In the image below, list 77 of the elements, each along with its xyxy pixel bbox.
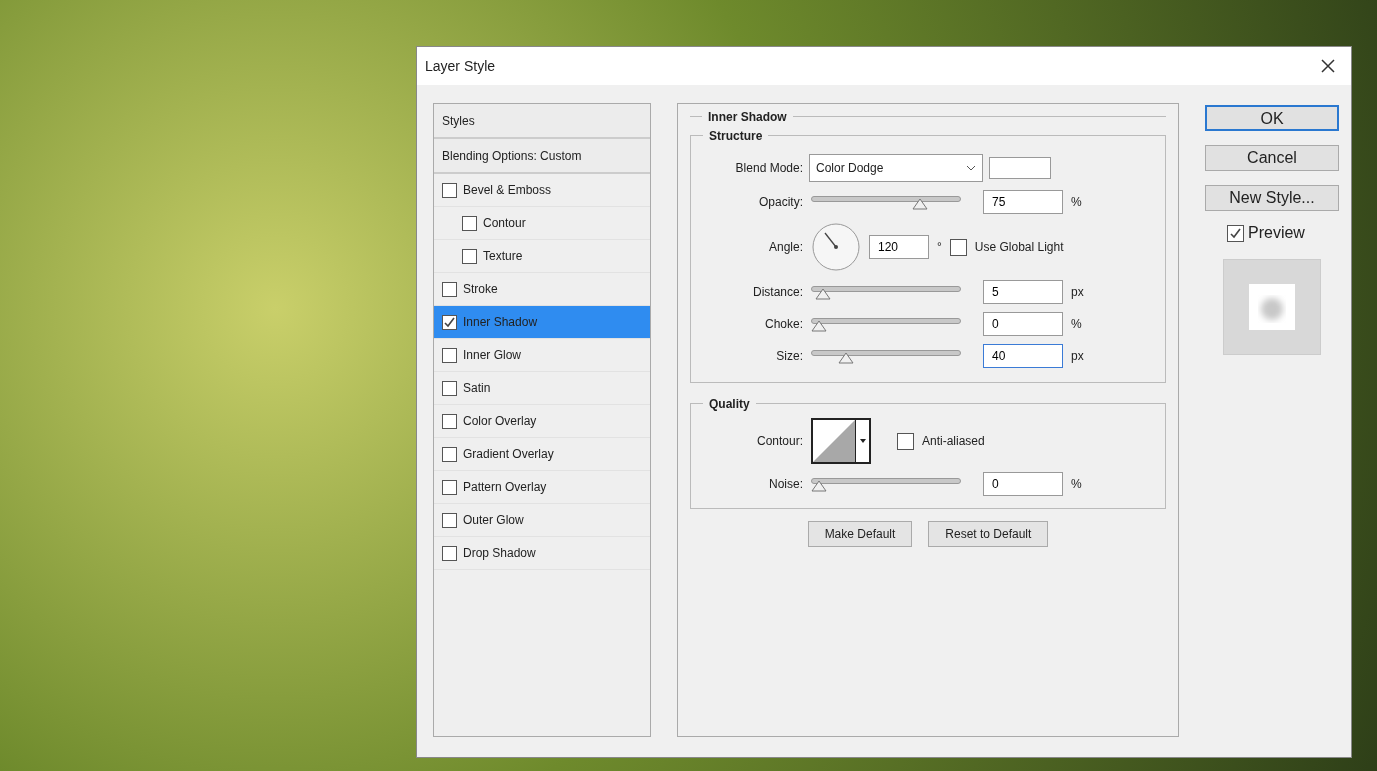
degree-label: ° <box>937 239 942 256</box>
field-label: Choke: <box>763 316 803 333</box>
checkbox[interactable] <box>897 432 914 450</box>
checkbox[interactable] <box>462 215 477 231</box>
checkbox[interactable] <box>442 347 457 363</box>
dialog-button[interactable]: New Style... <box>1205 185 1339 211</box>
effect-label: Inner Glow <box>463 347 522 364</box>
effect-label: Drop Shadow <box>463 545 536 562</box>
checkbox[interactable] <box>442 314 457 330</box>
field-label: Noise: <box>768 476 803 493</box>
slider-track[interactable] <box>811 316 961 332</box>
effect-label: Satin <box>463 380 491 397</box>
checkbox-label: Use Global Light <box>974 239 1064 256</box>
checkbox[interactable] <box>442 545 457 561</box>
field-label: Size: <box>775 348 803 365</box>
checkbox[interactable] <box>442 479 457 495</box>
dialog-button[interactable]: Cancel <box>1205 145 1339 171</box>
checkbox[interactable] <box>442 281 457 297</box>
checkbox-label: Anti-aliased <box>922 433 985 450</box>
field-label: Distance: <box>751 284 803 301</box>
contour-picker[interactable] <box>811 418 871 464</box>
checkbox[interactable] <box>442 413 457 429</box>
checkbox-label: Preview <box>1248 223 1305 243</box>
effect-list-item[interactable]: Inner Shadow <box>434 306 650 339</box>
effect-label: Bevel & Emboss <box>463 182 552 199</box>
slider-track[interactable] <box>811 476 961 492</box>
effect-label: Contour <box>483 215 526 232</box>
slider-thumb[interactable] <box>911 197 928 210</box>
slider-track[interactable] <box>811 348 961 364</box>
number-field[interactable]: 0 <box>983 472 1063 496</box>
dialog-button[interactable]: Make Default <box>807 521 913 547</box>
chevron-down-icon <box>966 165 976 171</box>
number-field[interactable]: 0 <box>983 312 1063 336</box>
checkbox[interactable] <box>442 446 457 462</box>
effect-label: Pattern Overlay <box>463 479 547 496</box>
color-swatch[interactable] <box>989 157 1051 179</box>
number-field[interactable]: 40 <box>983 344 1063 368</box>
unit-label: % <box>1071 476 1083 493</box>
field-label: Contour: <box>755 433 803 450</box>
checkbox[interactable] <box>1227 224 1244 242</box>
checkbox[interactable] <box>462 248 477 264</box>
unit-label: px <box>1071 284 1085 301</box>
unit-label: px <box>1071 348 1085 365</box>
effect-label: Outer Glow <box>463 512 524 529</box>
blend-mode-dropdown[interactable]: Color Dodge <box>809 154 983 182</box>
checkmark-icon <box>444 316 455 328</box>
checkbox[interactable] <box>949 238 967 256</box>
unit-label: % <box>1071 316 1083 333</box>
contour-curve-icon <box>813 420 855 462</box>
slider-track[interactable] <box>811 284 961 300</box>
slider-track[interactable] <box>811 194 961 210</box>
field-label: Opacity: <box>758 194 803 211</box>
checkbox[interactable] <box>442 512 457 528</box>
number-field[interactable]: 120 <box>869 235 929 259</box>
unit-label: % <box>1071 194 1083 211</box>
field-label: Blend Mode: <box>734 160 803 177</box>
effect-label: Texture <box>483 248 523 265</box>
checkmark-icon <box>1230 227 1241 239</box>
preview-swatch-icon <box>1249 284 1295 330</box>
dialog-button[interactable]: OK <box>1205 105 1339 131</box>
number-field[interactable]: 5 <box>983 280 1063 304</box>
caret-icon <box>859 439 866 443</box>
effect-label: Color Overlay <box>463 413 537 430</box>
checkbox[interactable] <box>442 380 457 396</box>
checkbox[interactable] <box>442 182 457 198</box>
slider-thumb[interactable] <box>811 319 827 332</box>
effect-label: Inner Shadow <box>463 314 538 331</box>
effect-label: Gradient Overlay <box>463 446 554 463</box>
slider-thumb[interactable] <box>837 351 854 364</box>
slider-thumb[interactable] <box>815 287 831 300</box>
field-label: Angle: <box>767 239 803 256</box>
effect-label: Stroke <box>463 281 498 298</box>
close-icon[interactable] <box>1321 59 1335 73</box>
window-title: Layer Style <box>425 56 496 76</box>
number-field[interactable]: 75 <box>983 190 1063 214</box>
slider-thumb[interactable] <box>811 479 827 492</box>
dialog-button[interactable]: Reset to Default <box>928 521 1049 547</box>
